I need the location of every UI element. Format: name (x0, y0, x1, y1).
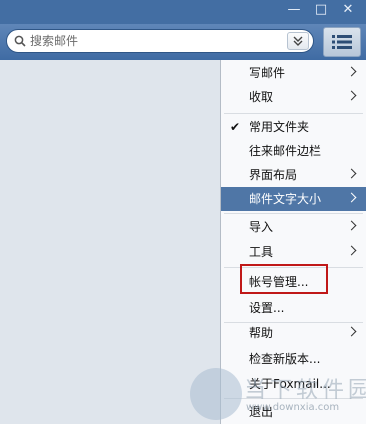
menu-separator (224, 267, 363, 268)
minimize-button[interactable]: — (282, 0, 306, 20)
checkmark-icon: ✔ (230, 120, 241, 134)
main-menu-button[interactable] (323, 27, 361, 57)
submenu-arrow-icon (346, 192, 357, 203)
submenu-arrow-icon (346, 245, 357, 256)
toolbar (0, 24, 366, 60)
watermark-url: www.downxia.com (246, 402, 340, 413)
menu-item-label: 设置... (249, 301, 285, 315)
menu-item-label: 写邮件 (249, 66, 286, 80)
search-icon (14, 35, 26, 47)
menu-item-label: 收取 (249, 90, 274, 104)
search-input[interactable] (30, 32, 280, 50)
menu-item-label: 常用文件夹 (249, 120, 310, 134)
menu-item-account-management[interactable]: 帐号管理... (221, 270, 366, 294)
watermark-logo (190, 368, 242, 420)
mail-list-pane (0, 60, 220, 424)
menu-separator (224, 113, 363, 114)
submenu-arrow-icon (346, 220, 357, 231)
menu-item-label: 检查新版本... (249, 352, 321, 366)
menu-separator (224, 213, 363, 214)
submenu-arrow-icon (346, 168, 357, 179)
menu-item-label: 导入 (249, 220, 274, 234)
menu-item-help[interactable]: 帮助 (221, 321, 366, 345)
menu-list-icon (332, 35, 352, 49)
menu-item-layout[interactable]: 界面布局 (221, 163, 366, 187)
menu-item-import[interactable]: 导入 (221, 215, 366, 239)
menu-item-mail-font-size[interactable]: 邮件文字大小 (221, 187, 366, 211)
maximize-button[interactable]: □ (309, 0, 333, 20)
search-box (6, 29, 314, 53)
menu-item-label: 往来邮件边栏 (249, 144, 322, 158)
menu-item-label: 工具 (249, 245, 274, 259)
watermark-text: 当下软件园 (244, 378, 366, 403)
search-options-button[interactable] (287, 32, 309, 50)
submenu-arrow-icon (346, 326, 357, 337)
double-chevron-down-icon (293, 36, 303, 46)
menu-item-contact-sidebar[interactable]: 往来邮件边栏 (221, 139, 366, 163)
menu-item-compose[interactable]: 写邮件 (221, 61, 366, 85)
menu-item-label: 界面布局 (249, 168, 298, 182)
close-button[interactable]: ✕ (336, 0, 360, 20)
menu-item-label: 帮助 (249, 326, 274, 340)
menu-item-label: 邮件文字大小 (249, 192, 322, 206)
menu-item-check-update[interactable]: 检查新版本... (221, 347, 366, 371)
submenu-arrow-icon (346, 90, 357, 101)
submenu-arrow-icon (346, 66, 357, 77)
menu-item-receive[interactable]: 收取 (221, 85, 366, 109)
menu-item-favorite-folders[interactable]: ✔ 常用文件夹 (221, 115, 366, 139)
title-bar: — □ ✕ (0, 0, 366, 24)
main-menu: 写邮件 收取 ✔ 常用文件夹 往来邮件边栏 界面布局 邮件文字大小 导入 工具 … (220, 60, 366, 424)
menu-item-settings[interactable]: 设置... (221, 296, 366, 320)
menu-item-label: 帐号管理... (249, 275, 309, 289)
menu-item-tools[interactable]: 工具 (221, 240, 366, 264)
